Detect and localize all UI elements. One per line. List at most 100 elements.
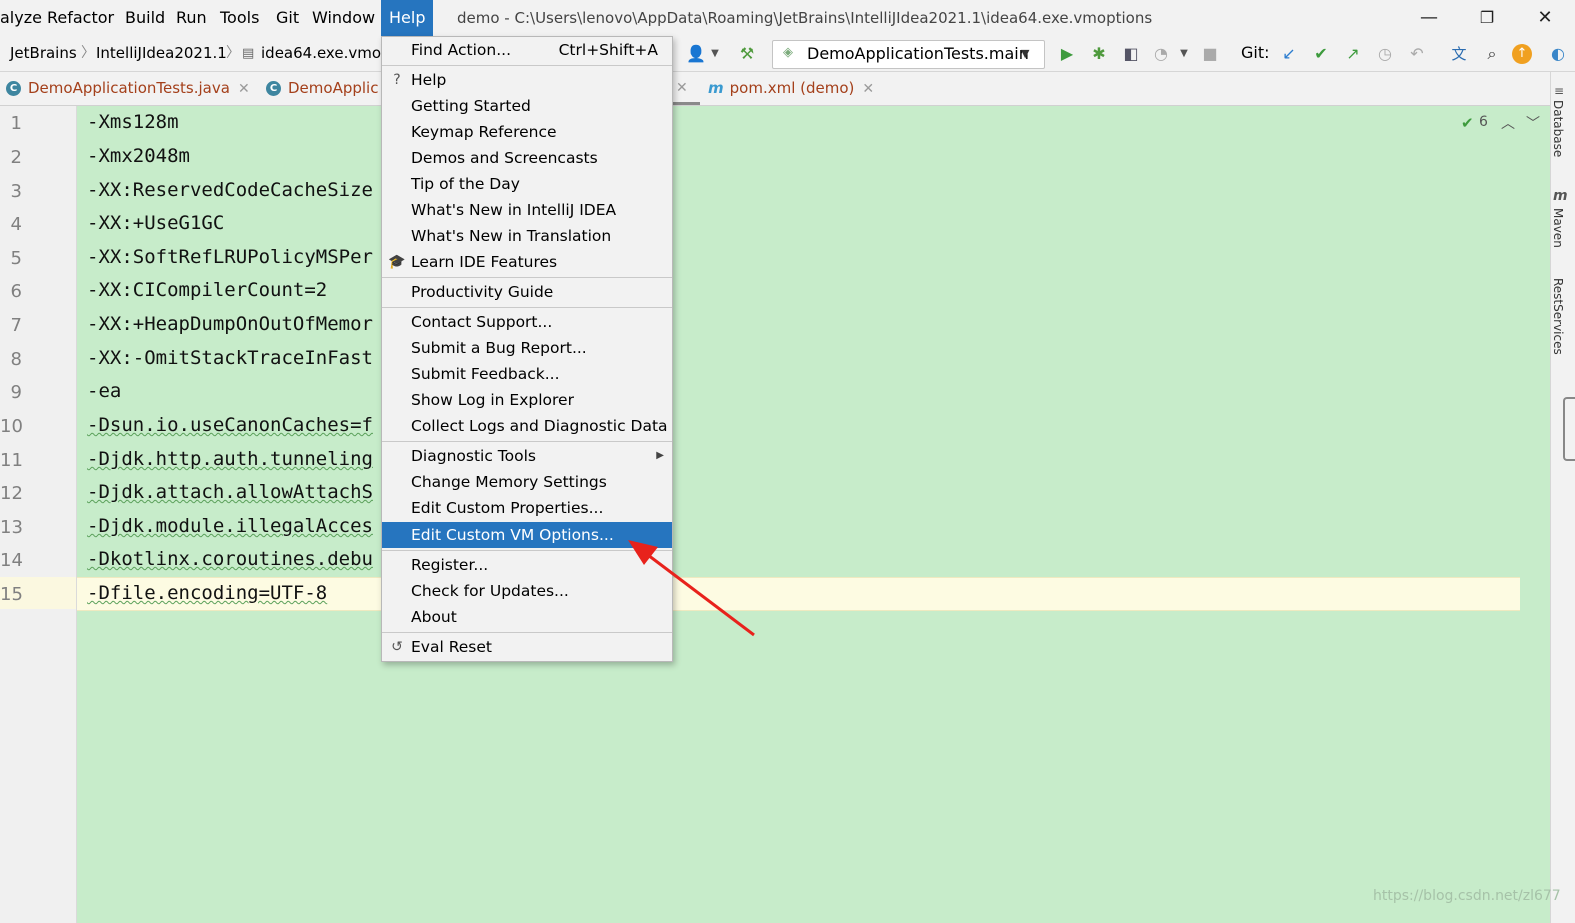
menu-item-find-action[interactable]: Find Action... Ctrl+Shift+A [382,37,672,63]
menu-item-contact-support[interactable]: Contact Support... [382,309,672,335]
tab-demo-application[interactable]: C DemoApplic [266,72,378,105]
code-line[interactable]: -XX:-OmitStackTraceInFast [87,347,373,369]
menu-separator [382,277,672,278]
run-configuration-select[interactable]: ◈ DemoApplicationTests.main ▼ [772,40,1045,69]
menu-window[interactable]: Window [306,0,381,36]
line-number: 6 [10,281,22,302]
menu-item-whats-new-translation[interactable]: What's New in Translation [382,223,672,249]
scrollbar-thumb[interactable] [1563,397,1575,461]
menu-item-learn-ide[interactable]: 🎓 Learn IDE Features [382,249,672,275]
line-number: 2 [10,147,22,168]
tool-window-database[interactable]: Database [1551,100,1565,157]
line-number: 5 [10,248,22,269]
chevron-right-icon: 〉 [226,45,240,61]
menu-refactor[interactable]: Refactor [41,0,120,36]
menu-item-getting-started[interactable]: Getting Started [382,93,672,119]
git-update-icon[interactable]: ↙ [1277,42,1301,66]
history-icon[interactable]: ◷ [1373,42,1397,66]
annotation-arrow [628,540,755,637]
menu-item-show-log[interactable]: Show Log in Explorer [382,387,672,413]
close-icon[interactable]: ✕ [238,81,250,97]
menu-item-edit-custom-properties[interactable]: Edit Custom Properties... [382,495,672,521]
menu-item-demos[interactable]: Demos and Screencasts [382,145,672,171]
menu-item-diagnostic-tools[interactable]: Diagnostic Tools ▶ [382,443,672,469]
run-config-icon: ◈ [783,45,793,60]
code-line[interactable]: -Dfile.encoding=UTF-8 [87,582,327,604]
tab-label: DemoApplic [288,79,379,97]
tab-pom-xml[interactable]: m pom.xml (demo) ✕ [708,72,874,105]
menu-item-keymap-reference[interactable]: Keymap Reference [382,119,672,145]
git-push-icon[interactable]: ↗ [1341,42,1365,66]
code-line[interactable]: -XX:SoftRefLRUPolicyMSPer [87,246,373,268]
tool-window-maven[interactable]: Maven [1551,208,1565,248]
code-line[interactable]: -Djdk.attach.allowAttachS [87,481,373,503]
menu-help[interactable]: Help [381,0,434,36]
code-line[interactable]: -XX:+UseG1GC [87,212,224,234]
tab-label: pom.xml (demo) [729,79,855,97]
graduation-cap-icon: 🎓 [388,254,406,270]
breadcrumb-file[interactable]: idea64.exe.vmop [261,36,391,71]
close-icon[interactable]: ✕ [676,72,688,105]
code-line[interactable]: -Djdk.http.auth.tunneling [87,448,373,470]
close-icon[interactable]: ✕ [1525,0,1565,36]
close-icon[interactable]: ✕ [862,81,874,97]
search-icon[interactable]: ⌕ [1480,42,1504,66]
chevron-up-icon[interactable]: ︿ [1501,113,1515,133]
menu-item-whats-new-idea[interactable]: What's New in IntelliJ IDEA [382,197,672,223]
menu-item-submit-feedback[interactable]: Submit Feedback... [382,361,672,387]
line-number: 10 [0,416,23,437]
build-hammer-icon[interactable]: ⚒ [735,42,759,66]
tab-demo-application-tests[interactable]: C DemoApplicationTests.java ✕ [6,72,250,105]
run-icon[interactable]: ▶ [1055,42,1079,66]
menu-separator [382,441,672,442]
line-number: 1 [10,113,22,134]
tab-label: DemoApplicationTests.java [28,79,230,97]
shortcut-label: Ctrl+Shift+A [558,41,658,59]
menu-bar: alyze Refactor Build Run Tools Git Windo… [0,0,1575,36]
update-icon[interactable]: ↑ [1512,44,1532,64]
menu-item-help[interactable]: ? Help [382,67,672,93]
menu-item-submit-bug[interactable]: Submit a Bug Report... [382,335,672,361]
breadcrumb-jetbrains[interactable]: JetBrains [10,36,77,71]
menu-build[interactable]: Build [119,0,171,36]
plugin-icon[interactable]: ◐ [1546,42,1570,66]
question-icon: ? [393,72,401,88]
code-line[interactable]: -ea [87,380,121,402]
menu-git[interactable]: Git [270,0,305,36]
code-line[interactable]: -Djdk.module.illegalAcces [87,515,373,537]
chevron-down-icon[interactable]: ▼ [1172,42,1196,66]
stop-icon[interactable]: ■ [1198,42,1222,66]
profile-icon[interactable]: ◔ [1149,42,1173,66]
menu-run[interactable]: Run [170,0,213,36]
line-number: 11 [0,450,23,471]
code-line[interactable]: -XX:CICompilerCount=2 [87,279,327,301]
inspection-ok-icon[interactable]: ✔ [1461,114,1474,132]
chevron-down-icon[interactable]: ▼ [703,42,727,66]
chevron-right-icon: 〉 [81,45,95,61]
restore-icon[interactable]: ❐ [1467,0,1507,36]
file-icon: ▤ [242,46,255,61]
line-number: 9 [10,382,22,403]
minimize-icon[interactable]: — [1409,0,1449,36]
debug-icon[interactable]: ✱ [1087,42,1111,66]
menu-item-collect-logs[interactable]: Collect Logs and Diagnostic Data [382,413,672,439]
code-line[interactable]: -Xmx2048m [87,145,190,167]
code-line[interactable]: -Dsun.io.useCanonCaches=f [87,414,373,436]
menu-item-tip-of-day[interactable]: Tip of the Day [382,171,672,197]
menu-tools[interactable]: Tools [214,0,265,36]
rollback-icon[interactable]: ↶ [1405,42,1429,66]
translate-icon[interactable]: 文 [1447,42,1471,66]
menu-separator [382,65,672,66]
breadcrumb-intellij[interactable]: IntelliJIdea2021.1 [96,36,227,71]
run-config-label: DemoApplicationTests.main [807,44,1029,63]
chevron-down-icon[interactable]: ﹀ [1526,113,1540,133]
code-line[interactable]: -XX:+HeapDumpOnOutOfMemor [87,313,373,335]
git-commit-icon[interactable]: ✔ [1309,42,1333,66]
code-line[interactable]: -Dkotlinx.coroutines.debu [87,548,373,570]
code-line[interactable]: -Xms128m [87,111,179,133]
coverage-icon[interactable]: ◧ [1119,42,1143,66]
menu-item-productivity-guide[interactable]: Productivity Guide [382,279,672,305]
tool-window-restservices[interactable]: RestServices [1551,278,1565,355]
menu-item-change-memory[interactable]: Change Memory Settings [382,469,672,495]
code-line[interactable]: -XX:ReservedCodeCacheSize [87,179,373,201]
